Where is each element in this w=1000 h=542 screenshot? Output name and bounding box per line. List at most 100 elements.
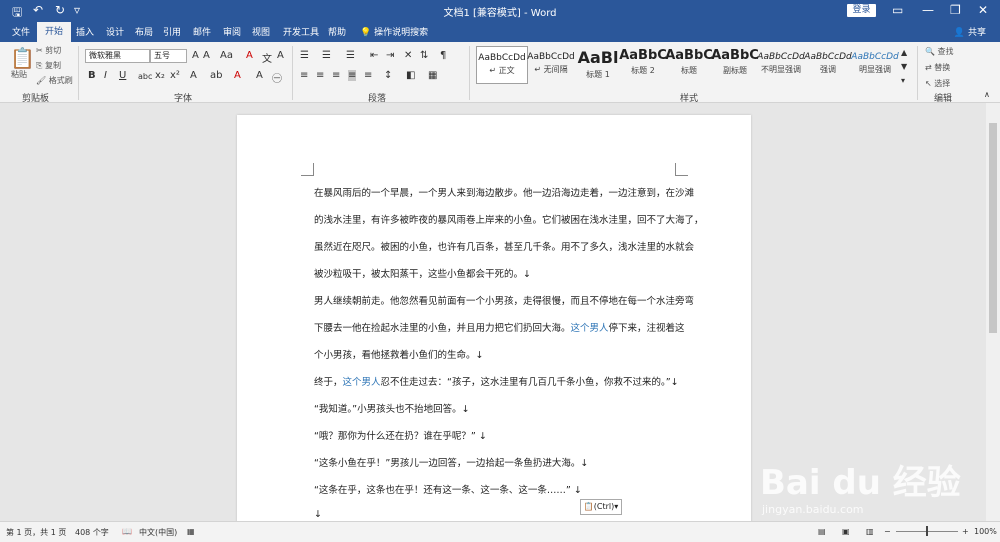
- numbering-icon[interactable]: ☰: [322, 50, 331, 61]
- text-effects-icon[interactable]: A: [190, 70, 197, 81]
- tab-layout[interactable]: 布局: [135, 25, 153, 38]
- share-button[interactable]: 👤 共享: [954, 25, 986, 38]
- format-painter-button[interactable]: 🖌 格式刷: [36, 75, 73, 86]
- web-layout-icon[interactable]: ▥: [866, 527, 874, 536]
- close-icon[interactable]: ✕: [978, 3, 988, 17]
- bold-icon[interactable]: B: [88, 70, 96, 81]
- zoom-out-icon[interactable]: −: [884, 527, 891, 536]
- line-spacing-icon[interactable]: ↕: [384, 70, 392, 81]
- text-line[interactable]: 被沙粒吸干，被太阳蒸干，这些小鱼都会干死的。↓: [314, 266, 531, 280]
- font-size-input[interactable]: 五号: [150, 49, 187, 63]
- style-subtle-emphasis[interactable]: AaBbCcDd 不明显强调: [756, 46, 806, 82]
- distribute-icon[interactable]: ≡: [364, 70, 372, 81]
- tab-mailings[interactable]: 邮件: [193, 25, 211, 38]
- paste-label[interactable]: 粘贴: [11, 69, 27, 80]
- text-line[interactable]: “这条在乎，这条也在乎！还有这一条、这一条、这一条……” ↓: [314, 482, 582, 496]
- macro-icon[interactable]: ▦: [187, 527, 195, 536]
- page[interactable]: 在暴风雨后的一个早晨，一个男人来到海边散步。他一边沿海边走着，一边注意到，在沙滩…: [237, 115, 751, 521]
- tab-references[interactable]: 引用: [163, 25, 181, 38]
- justify-icon[interactable]: ≡: [348, 70, 357, 81]
- style-heading2[interactable]: AaBbC 标题 2: [618, 46, 668, 82]
- shading-icon[interactable]: ◧: [406, 70, 415, 81]
- align-center-icon[interactable]: ≡: [316, 70, 324, 81]
- tab-insert[interactable]: 插入: [76, 25, 94, 38]
- find-button[interactable]: 🔍 查找: [925, 46, 954, 57]
- subscript-icon[interactable]: x₂: [155, 70, 165, 81]
- tab-home[interactable]: 开始: [37, 22, 72, 42]
- phonetic-icon[interactable]: 文: [262, 50, 272, 65]
- style-title[interactable]: AaBbC 标题: [664, 46, 714, 82]
- enclose-char-icon[interactable]: ㊀: [272, 70, 282, 85]
- show-marks-icon[interactable]: ¶: [440, 50, 446, 61]
- style-no-spacing[interactable]: AaBbCcDd ↵ 无间隔: [526, 46, 576, 82]
- superscript-icon[interactable]: x²: [170, 70, 180, 81]
- strikethrough-icon[interactable]: abc: [138, 72, 152, 81]
- scroll-thumb[interactable]: [989, 123, 997, 333]
- highlight-icon[interactable]: ab: [210, 70, 222, 81]
- style-subtitle[interactable]: AaBbC 副标题: [710, 46, 760, 82]
- char-border-icon[interactable]: A: [277, 50, 284, 61]
- change-case-icon[interactable]: Aa: [220, 50, 233, 61]
- zoom-in-icon[interactable]: +: [962, 527, 969, 536]
- read-mode-icon[interactable]: ▤: [818, 527, 826, 536]
- tab-developer[interactable]: 开发工具: [283, 25, 319, 38]
- chinese-layout-icon[interactable]: ✕: [404, 50, 412, 61]
- login-button[interactable]: 登录: [847, 4, 876, 17]
- clear-format-icon[interactable]: A: [246, 50, 253, 61]
- text-line[interactable]: 虽然近在咫尺。被困的小鱼，也许有几百条，甚至几千条。用不了多久，浅水洼里的水就会: [314, 239, 694, 253]
- style-intense-emphasis[interactable]: AaBbCcDd 明显强调: [850, 46, 900, 82]
- multilevel-list-icon[interactable]: ☰: [346, 50, 355, 61]
- paste-icon[interactable]: 📋: [10, 46, 35, 70]
- text-line[interactable]: 男人继续朝前走。他忽然看见前面有一个小男孩，走得很慢，而且不停地在每一个水洼旁弯: [314, 293, 694, 307]
- style-emphasis[interactable]: AaBbCcDd 强调: [803, 46, 853, 82]
- sort-icon[interactable]: ⇅: [420, 50, 428, 61]
- text-line[interactable]: “这条小鱼在乎！”男孩儿一边回答，一边拾起一条鱼扔进大海。↓: [314, 455, 588, 469]
- tab-view[interactable]: 视图: [252, 25, 270, 38]
- zoom-level[interactable]: 100%: [974, 527, 997, 536]
- text-line[interactable]: 下腰去一他在捡起水洼里的小鱼，并且用力把它们扔回大海。这个男人停下来，注视着这: [314, 320, 685, 334]
- shrink-font-icon[interactable]: A: [203, 50, 210, 61]
- text-line[interactable]: 个小男孩，看他拯救着小鱼们的生命。↓: [314, 347, 483, 361]
- italic-icon[interactable]: I: [104, 70, 107, 81]
- tellme-search[interactable]: 💡 操作说明搜索: [360, 25, 428, 38]
- restore-icon[interactable]: ❐: [950, 3, 961, 17]
- text-line[interactable]: 在暴风雨后的一个早晨，一个男人来到海边散步。他一边沿海边走着，一边注意到，在沙滩: [314, 185, 694, 199]
- style-normal[interactable]: AaBbCcDd ↵ 正文: [476, 46, 528, 84]
- style-heading1[interactable]: AaBl 标题 1: [573, 46, 623, 82]
- align-right-icon[interactable]: ≡: [332, 70, 340, 81]
- style-more-icon[interactable]: ▾: [901, 76, 905, 85]
- increase-indent-icon[interactable]: ⇥: [386, 50, 394, 61]
- underline-icon[interactable]: U: [119, 70, 126, 81]
- minimize-icon[interactable]: —: [922, 3, 934, 17]
- text-line[interactable]: 的浅水洼里，有许多被昨夜的暴风雨卷上岸来的小鱼。它们被困在浅水洼里，回不了大海了…: [314, 212, 704, 226]
- word-count[interactable]: 408 个字: [75, 527, 109, 538]
- decrease-indent-icon[interactable]: ⇤: [370, 50, 378, 61]
- select-button[interactable]: ↖ 选择: [925, 78, 950, 89]
- borders-icon[interactable]: ▦: [428, 70, 437, 81]
- tab-design[interactable]: 设计: [106, 25, 124, 38]
- ribbon-options-icon[interactable]: ▭: [892, 3, 903, 17]
- cut-button[interactable]: ✂ 剪切: [36, 45, 61, 56]
- grow-font-icon[interactable]: A: [192, 50, 199, 61]
- align-left-icon[interactable]: ≡: [300, 70, 308, 81]
- tab-review[interactable]: 审阅: [223, 25, 241, 38]
- font-name-input[interactable]: 微软雅黑: [85, 49, 150, 63]
- char-shading-icon[interactable]: A: [256, 70, 263, 81]
- collapse-ribbon-icon[interactable]: ∧: [984, 90, 990, 99]
- text-line[interactable]: “哦？那你为什么还在扔？谁在乎呢？” ↓: [314, 428, 487, 442]
- text-line[interactable]: 终于，这个男人忍不住走过去：“孩子，这水洼里有几百几千条小鱼，你救不过来的。”↓: [314, 374, 679, 388]
- zoom-slider-thumb[interactable]: [926, 526, 928, 536]
- style-scroll-down-icon[interactable]: ▼: [901, 62, 907, 71]
- replace-button[interactable]: ⇄ 替换: [925, 62, 950, 73]
- paste-options-button[interactable]: 📋(Ctrl)▾: [580, 499, 622, 515]
- tab-file[interactable]: 文件: [12, 25, 30, 38]
- tab-help[interactable]: 帮助: [328, 25, 346, 38]
- bullets-icon[interactable]: ☰: [300, 50, 309, 61]
- print-layout-icon[interactable]: ▣: [842, 527, 850, 536]
- proofing-icon[interactable]: 📖: [122, 527, 132, 536]
- text-line[interactable]: ↓: [314, 509, 322, 520]
- text-line[interactable]: “我知道。”小男孩头也不抬地回答。↓: [314, 401, 470, 415]
- copy-button[interactable]: ⎘ 复制: [36, 60, 61, 71]
- page-count[interactable]: 第 1 页，共 1 页: [6, 527, 66, 538]
- language-status[interactable]: 中文(中国): [139, 527, 177, 538]
